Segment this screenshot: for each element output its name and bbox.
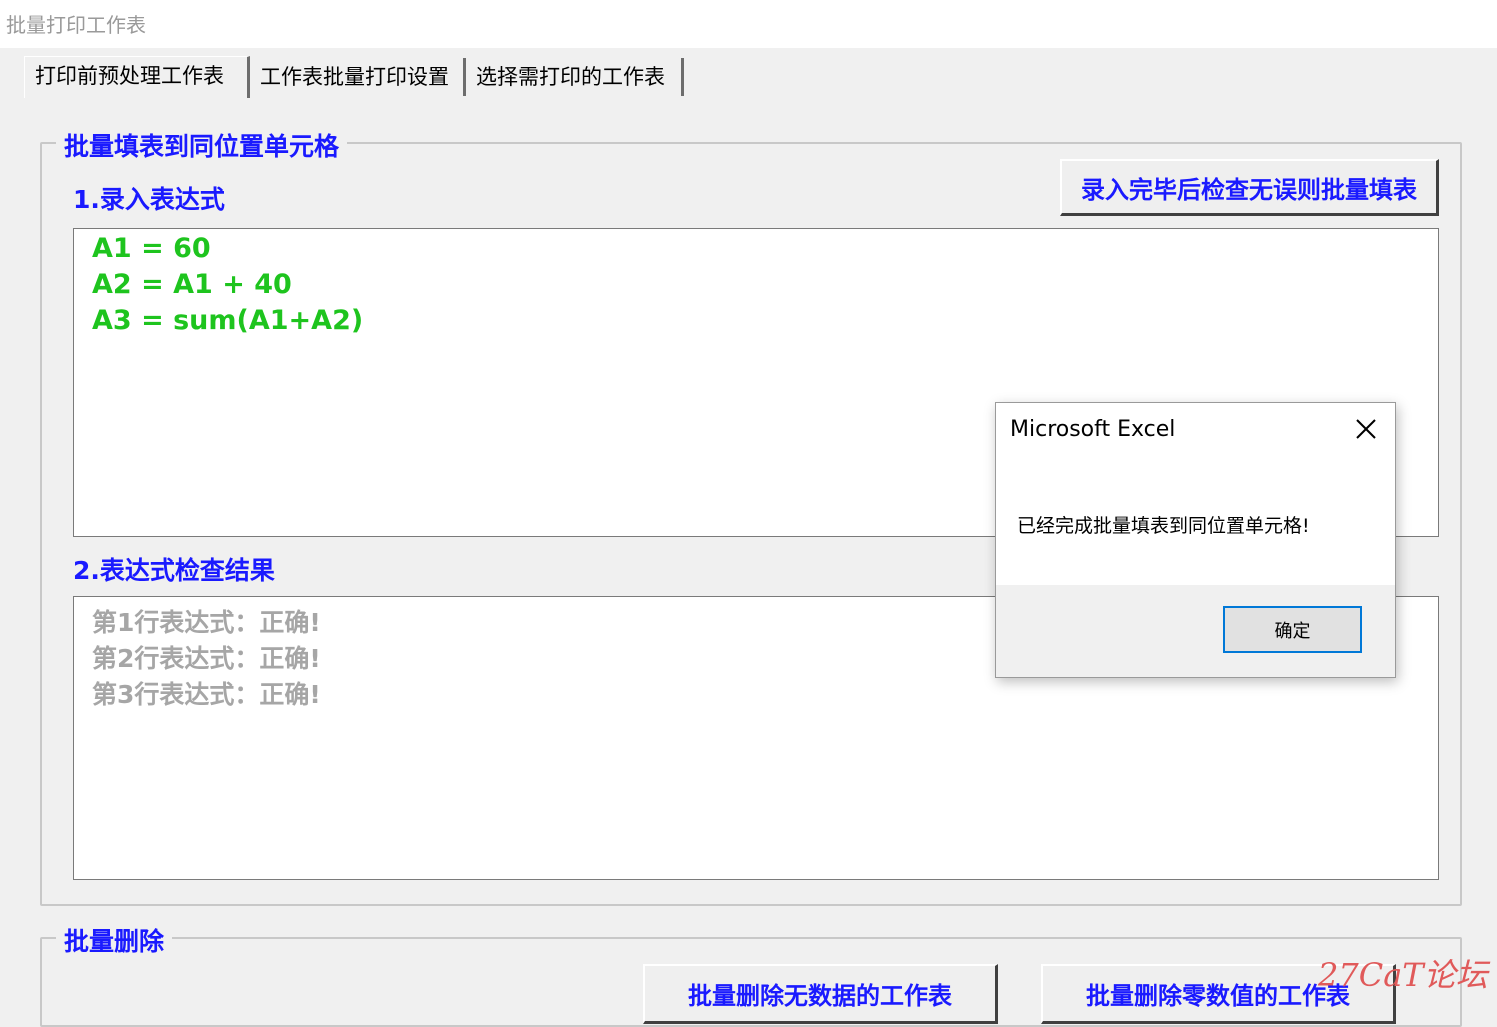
dialog-message: 已经完成批量填表到同位置单元格! [1017,515,1310,537]
result-line: 第1行表达式：正确! [92,608,321,637]
group-fill-legend: 批量填表到同位置单元格 [56,127,348,163]
tab-strip: 打印前预处理工作表 工作表批量打印设置 选择需打印的工作表 [0,56,1497,100]
close-icon[interactable] [1352,415,1380,443]
window-title: 批量打印工作表 [6,13,146,37]
dialog-title: Microsoft Excel [1010,417,1176,442]
tab-select-sheets[interactable]: 选择需打印的工作表 [466,58,684,96]
expression-line: A1 = 60 [92,233,211,264]
tab-preprocess[interactable]: 打印前预处理工作表 [24,56,250,98]
expression-line: A3 = sum(A1+A2) [92,305,364,336]
check-result-label: 2.表达式检查结果 [73,556,275,585]
dialog-footer: 确定 [996,585,1395,677]
batch-fill-button[interactable]: 录入完毕后检查无误则批量填表 [1060,159,1439,216]
ok-button[interactable]: 确定 [1223,606,1362,653]
watermark-logo: 27CaT论坛 [1318,956,1488,994]
result-line: 第3行表达式：正确! [92,680,321,709]
result-line: 第2行表达式：正确! [92,644,321,673]
delete-empty-sheets-button[interactable]: 批量删除无数据的工作表 [643,964,998,1024]
title-bar: 批量打印工作表 [0,0,1497,48]
group-delete-legend: 批量删除 [56,922,173,958]
expr-label: 1.录入表达式 [73,185,225,214]
message-dialog: Microsoft Excel 已经完成批量填表到同位置单元格! 确定 [995,402,1396,678]
tab-print-settings[interactable]: 工作表批量打印设置 [250,58,466,96]
expression-line: A2 = A1 + 40 [92,269,292,300]
